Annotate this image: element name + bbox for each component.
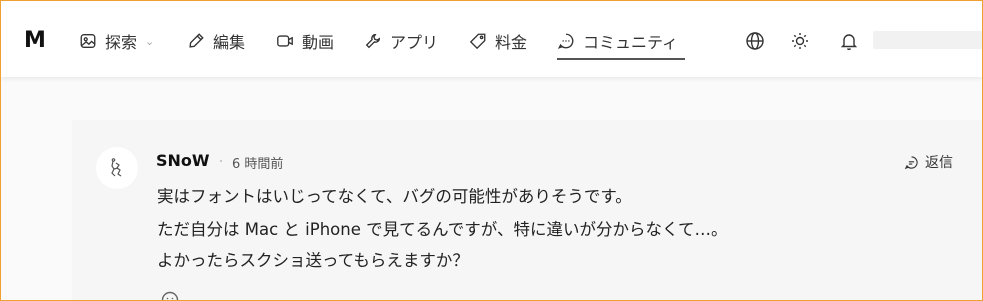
video-icon <box>277 35 293 47</box>
nav-community-label: コミュニティ <box>583 33 679 52</box>
reply-label: 返信 <box>925 155 953 171</box>
language-button[interactable] <box>744 30 766 52</box>
globe-icon <box>746 32 764 50</box>
avatar-illustration <box>111 158 122 177</box>
reply-icon <box>904 155 918 169</box>
chevron-down-icon: ⌄ <box>145 34 155 48</box>
brand-logo[interactable]: M <box>24 29 46 53</box>
nav-video[interactable]: 動画 <box>276 28 334 54</box>
nav-pricing[interactable]: 料金 <box>469 28 527 54</box>
sun-icon <box>792 33 808 49</box>
separator-dot <box>220 160 222 162</box>
chat-icon <box>557 33 574 49</box>
bell-icon <box>840 34 858 51</box>
reaction-icon[interactable] <box>160 290 180 301</box>
wrench-icon <box>365 33 381 49</box>
nav-apps[interactable]: アプリ <box>364 28 438 54</box>
avatar[interactable] <box>96 147 138 189</box>
comment-text-line: 実はフォントはいじってなくて、バグの可能性がありそうです。 <box>157 187 632 206</box>
top-navigation: M 探索 ⌄ 編集 動画 アプリ 料金 コミュニティ <box>1 1 982 77</box>
app-frame: M 探索 ⌄ 編集 動画 アプリ 料金 コミュニティ SNoW 6 時間前 返信… <box>0 0 983 301</box>
comment-author[interactable]: SNoW <box>156 151 210 170</box>
pen-icon <box>189 33 204 48</box>
nav-explore[interactable]: 探索 ⌄ <box>79 28 154 54</box>
nav-apps-label: アプリ <box>390 33 439 52</box>
image-icon <box>80 34 96 48</box>
comment-card <box>72 120 982 300</box>
tag-icon <box>469 33 486 50</box>
nav-video-label: 動画 <box>302 33 335 52</box>
nav-explore-label: 探索 <box>105 33 138 52</box>
comment-text-line: ただ自分は Mac と iPhone で見てるんですが、特に違いが分からなくて…… <box>157 220 728 239</box>
reply-button[interactable]: 返信 <box>904 152 953 172</box>
nav-pricing-label: 料金 <box>495 33 528 52</box>
nav-edit[interactable]: 編集 <box>187 28 245 54</box>
search-input[interactable] <box>873 31 982 49</box>
theme-toggle-button[interactable] <box>789 30 811 52</box>
nav-edit-label: 編集 <box>213 33 246 52</box>
notifications-button[interactable] <box>838 30 860 52</box>
comment-timestamp: 6 時間前 <box>232 157 284 172</box>
comment-text-line: よかったらスクショ送ってもらえますか？ <box>157 251 469 270</box>
nav-community[interactable]: コミュニティ <box>557 28 685 60</box>
